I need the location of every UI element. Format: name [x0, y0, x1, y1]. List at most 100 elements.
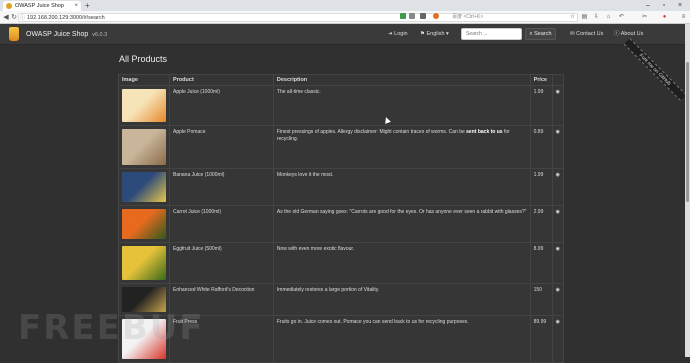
product-description: Monkeys love it the most. [272, 168, 531, 206]
grid-extension-icon[interactable] [409, 13, 415, 19]
info-circle-icon: ⓘ [614, 31, 620, 37]
scrollbar-thumb[interactable] [686, 62, 689, 202]
baidu-logo-icon [433, 13, 439, 19]
contact-label: Contact Us [576, 31, 604, 37]
product-description: Now with even more exotic flavour. [272, 242, 531, 284]
watermark-text: FREEBUF [18, 308, 205, 348]
product-actions-cell: ◉ [551, 125, 565, 169]
product-price: 1.99 [529, 168, 553, 206]
description-text: Finest pressings of apples. Allergy disc… [276, 129, 467, 135]
language-icon: ⚑ [420, 31, 425, 37]
contact-link[interactable]: ✉ Contact Us [570, 24, 603, 45]
app-brand[interactable]: OWASP Juice Shop v6.0.3 [26, 24, 107, 46]
caret-down-icon: ▾ [446, 31, 449, 37]
product-actions-cell: ◉ [551, 283, 565, 316]
page-scrollbar[interactable] [685, 24, 690, 357]
table-row: Eggfruit Juice (500ml) Now with even more… [118, 242, 565, 284]
table-row: Banana Juice (1000ml) Monkeys love it the… [118, 168, 565, 206]
new-tab-button[interactable]: + [85, 0, 90, 11]
product-price: 1.99 [529, 85, 553, 126]
table-row: Apple Pomace Finest pressings of apples. … [118, 125, 565, 169]
apple-juice-image[interactable] [122, 89, 166, 122]
banana-juice-image[interactable] [122, 172, 166, 202]
browser-toolbar: ◀ ↻ ⓘ 192.168.200.129:3000/#/search 百度 <… [0, 11, 690, 24]
column-header-product: Product [169, 74, 274, 86]
recycle-link[interactable]: sent back to us [466, 129, 502, 135]
product-name: Carrot Juice (1000ml) [169, 205, 274, 243]
view-details-icon[interactable]: ◉ [556, 89, 560, 96]
app-navbar: OWASP Juice Shop v6.0.3 ➜ Login ⚑ Englis… [0, 24, 690, 45]
language-label: English [426, 31, 445, 37]
url-text: 192.168.200.129:3000/#/search [27, 15, 105, 21]
product-price: 0.89 [529, 125, 553, 169]
product-name: Apple Pomace [169, 125, 274, 169]
product-description: As the old German saying goes: "Carrots … [272, 205, 531, 243]
about-label: About Us [620, 31, 644, 37]
app-version: v6.0.3 [92, 32, 108, 38]
product-price: 8.99 [529, 242, 553, 284]
address-bar[interactable]: ⓘ 192.168.200.129:3000/#/search [18, 13, 578, 22]
table-row: Carrot Juice (1000ml) As the old German s… [118, 205, 565, 243]
search-engine-hint[interactable]: 百度 <Ctrl+K> [452, 13, 483, 21]
carrot-juice-image[interactable] [122, 209, 166, 239]
table-row: Apple Juice (1000ml) The all-time classic… [118, 85, 565, 126]
product-description: The all-time classic. [272, 85, 531, 126]
download-icon[interactable]: ⇩ [592, 11, 601, 24]
back-arrow-icon[interactable]: ◀ [2, 11, 10, 24]
product-description: Finest pressings of apples. Allergy disc… [272, 125, 531, 169]
login-label: Login [394, 31, 408, 37]
juice-shop-favicon-icon [6, 3, 12, 9]
product-name: Apple Juice (1000ml) [169, 85, 274, 126]
star-icon[interactable]: ☆ [568, 11, 577, 24]
shield-extension-icon[interactable] [400, 13, 406, 19]
view-details-icon[interactable]: ◉ [556, 319, 560, 326]
info-icon: ⓘ [20, 15, 26, 21]
apple-pomace-image[interactable] [122, 129, 166, 165]
undo-icon[interactable]: ↶ [617, 11, 626, 24]
close-window-button[interactable]: × [673, 0, 687, 11]
product-description: Fruits go in. Juice comes out. Pomace yo… [272, 315, 531, 363]
search-input[interactable] [461, 28, 522, 40]
product-price: 89.99 [529, 315, 553, 363]
product-actions-cell: ◉ [551, 315, 565, 363]
product-image-cell [118, 242, 170, 284]
app-title: OWASP Juice Shop [26, 31, 89, 38]
red-extension-icon[interactable]: ● [660, 11, 669, 24]
product-actions-cell: ◉ [551, 85, 565, 126]
column-header-description: Description [272, 74, 531, 86]
close-tab-icon[interactable]: × [74, 1, 78, 11]
maximize-window-button[interactable]: ▫ [657, 0, 671, 11]
product-actions-cell: ◉ [551, 242, 565, 284]
tab-title: OWASP Juice Shop [15, 3, 64, 9]
language-dropdown[interactable]: ⚑ English ▾ [420, 24, 449, 45]
view-details-icon[interactable]: ◉ [556, 129, 560, 136]
menu-icon[interactable]: ≡ [679, 11, 688, 24]
product-price: 150 [529, 283, 553, 316]
minimize-window-button[interactable]: – [641, 0, 655, 11]
view-details-icon[interactable]: ◉ [556, 246, 560, 253]
view-details-icon[interactable]: ◉ [556, 172, 560, 179]
view-details-icon[interactable]: ◉ [556, 209, 560, 216]
browser-tab-bar: OWASP Juice Shop × + – ▫ × [0, 0, 690, 11]
refresh-icon[interactable]: ↻ [10, 11, 18, 24]
cut-icon[interactable]: ✂ [640, 11, 649, 24]
product-image-cell [118, 168, 170, 206]
browser-tab[interactable]: OWASP Juice Shop × [3, 1, 81, 11]
column-header-price: Price [529, 74, 553, 86]
search-icon: ⌕ [529, 31, 533, 37]
refresh-extension-icon[interactable] [420, 13, 426, 19]
login-link[interactable]: ➜ Login [388, 24, 408, 45]
view-details-icon[interactable]: ◉ [556, 287, 560, 294]
comment-icon: ✉ [570, 31, 575, 37]
product-name: Banana Juice (1000ml) [169, 168, 274, 206]
eggfruit-juice-image[interactable] [122, 246, 166, 280]
search-button[interactable]: ⌕ Search [525, 28, 556, 40]
bookmarks-icon[interactable]: ▤ [580, 11, 589, 24]
column-header-image: Image [118, 74, 170, 86]
juice-shop-logo-icon[interactable] [9, 27, 19, 41]
product-description: Immediately restores a large portion of … [272, 283, 531, 316]
product-name: Eggfruit Juice (500ml) [169, 242, 274, 284]
home-icon[interactable]: ⌂ [604, 11, 613, 24]
page-title: All Products [119, 54, 168, 64]
product-image-cell [118, 205, 170, 243]
